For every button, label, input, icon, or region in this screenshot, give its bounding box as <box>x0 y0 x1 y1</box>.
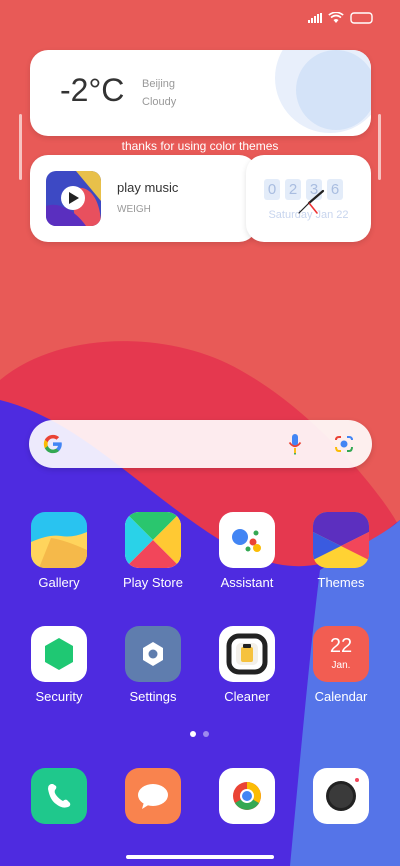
chrome-icon[interactable] <box>219 768 275 824</box>
assistant-icon[interactable] <box>219 512 275 568</box>
app-label-cleaner[interactable]: Cleaner <box>202 689 292 704</box>
app-label-security[interactable]: Security <box>14 689 104 704</box>
camera-icon[interactable] <box>313 768 369 824</box>
app-label-settings[interactable]: Settings <box>108 689 198 704</box>
calendar-icon[interactable]: 22 Jan. <box>313 626 369 682</box>
app-label-play-store[interactable]: Play Store <box>108 575 198 590</box>
settings-icon[interactable] <box>125 626 181 682</box>
phone-icon[interactable] <box>31 768 87 824</box>
cleaner-icon[interactable] <box>219 626 275 682</box>
cloud-decoration <box>275 50 371 133</box>
status-bar <box>308 12 374 24</box>
weather-widget[interactable]: -2°C Beijing Cloudy <box>30 50 371 136</box>
music-widget[interactable]: play music WEIGH <box>30 155 257 242</box>
themes-icon[interactable] <box>313 512 369 568</box>
weather-condition: Cloudy <box>142 96 177 108</box>
security-icon[interactable] <box>31 626 87 682</box>
clock-hands-icon <box>298 189 325 214</box>
app-label-calendar[interactable]: Calendar <box>296 689 386 704</box>
wifi-icon <box>328 12 344 23</box>
clock-widget[interactable]: 0 2 3 6 Saturday Jan 22 <box>246 155 371 242</box>
calendar-day: 22 <box>329 635 353 657</box>
google-icon[interactable] <box>42 433 64 455</box>
gallery-icon[interactable] <box>31 512 87 568</box>
page-indicator-inactive[interactable] <box>203 731 209 737</box>
play-store-icon[interactable] <box>125 512 181 568</box>
music-title: play music <box>117 180 179 195</box>
play-icon[interactable] <box>69 192 79 204</box>
app-label-assistant[interactable]: Assistant <box>202 575 292 590</box>
signal-icon <box>308 13 322 23</box>
home-indicator[interactable] <box>126 855 274 859</box>
app-label-gallery[interactable]: Gallery <box>14 575 104 590</box>
weather-city: Beijing <box>142 78 176 90</box>
temperature: -2°C <box>60 72 125 108</box>
app-label-themes[interactable]: Themes <box>296 575 386 590</box>
theme-caption: thanks for using color themes <box>121 139 279 153</box>
music-subtitle: WEIGH <box>117 204 151 215</box>
mic-icon[interactable] <box>288 433 302 455</box>
lens-icon[interactable] <box>333 434 355 454</box>
search-bar[interactable] <box>29 420 372 468</box>
calendar-month: Jan. <box>331 660 351 671</box>
clock-digit: 0 <box>264 179 280 200</box>
page-indicator-active[interactable] <box>190 731 196 737</box>
album-art[interactable] <box>46 171 101 226</box>
battery-icon <box>350 12 373 24</box>
messages-icon[interactable] <box>125 768 181 824</box>
